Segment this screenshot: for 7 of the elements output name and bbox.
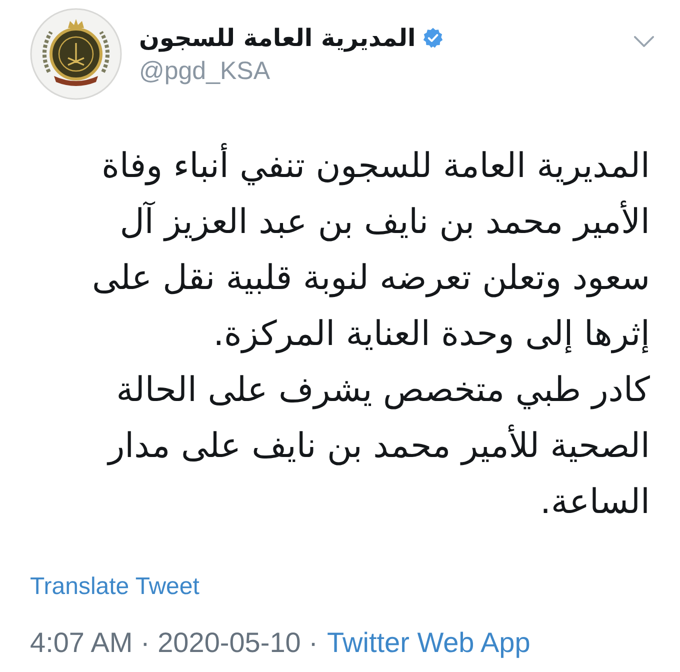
- timestamp-text: 4:07 AM · 2020-05-10 ·: [30, 626, 318, 660]
- translate-link[interactable]: Translate Tweet: [30, 572, 200, 602]
- account-name[interactable]: المديرية العامة للسجون: [139, 22, 416, 54]
- account-handle[interactable]: @pgd_KSA: [139, 56, 270, 86]
- tweet-text: المديرية العامة للسجون تنفي أنباء وفاة الأمير محمد بن نايف بن عبد العزيز آل سعود وتعلن تعرضه لنوبة قلبية نقل على إثرها إلى وحدة العناية المركزة. كادر طبي متخصص يشرف على الحالة الصحية للأمير محمد بن نايف على مدار الساعة.: [30, 138, 650, 530]
- source-link[interactable]: Twitter Web App: [326, 626, 530, 660]
- emblem-avatar-icon[interactable]: [30, 8, 122, 100]
